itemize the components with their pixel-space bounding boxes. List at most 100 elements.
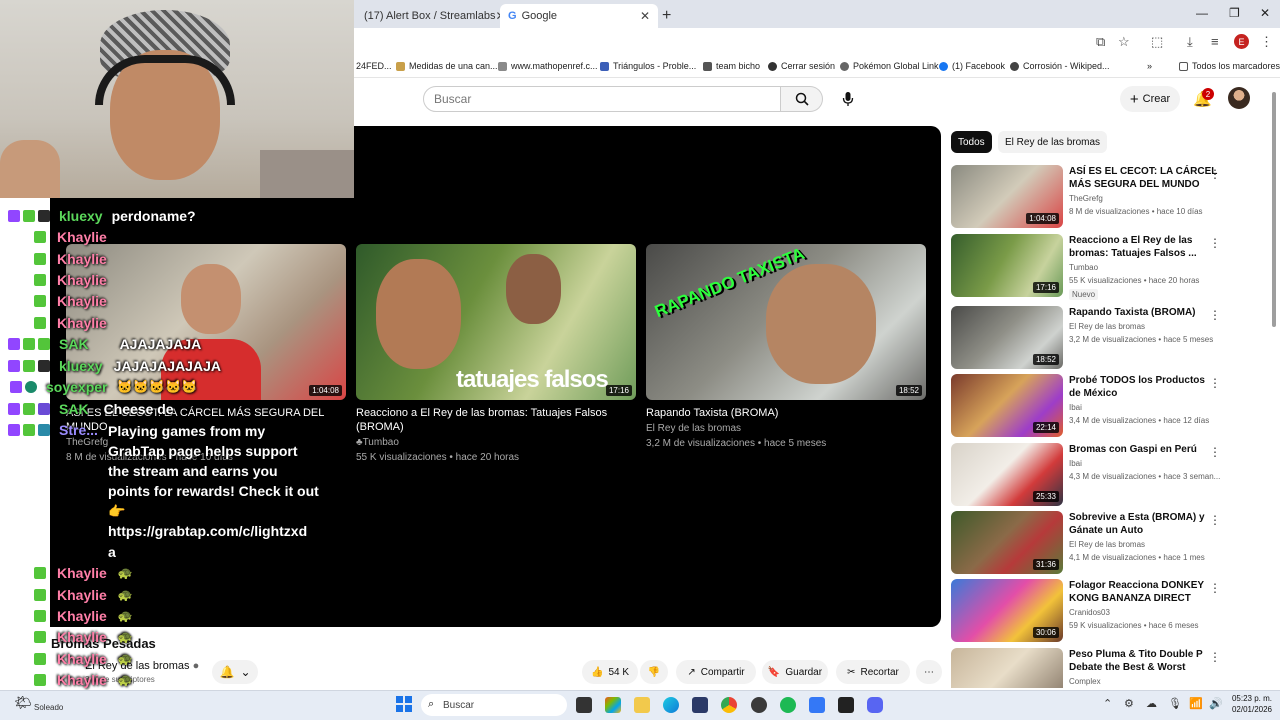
bookmark-icon: 🔖 [767,666,781,678]
endscreen-card[interactable]: tatuajes falsos 17:16 Reacciono a El Rey… [356,244,636,464]
chat-line: Khaylie [34,249,107,269]
minimize-icon[interactable]: — [1196,6,1208,20]
obs-icon[interactable] [751,697,767,713]
app-icon[interactable] [692,697,708,713]
volume-icon[interactable]: 🔊 [1209,697,1223,710]
clock-date: 02/01/2026 [1231,705,1272,714]
spotify-icon[interactable] [780,697,796,713]
edge-icon[interactable] [663,697,679,713]
bookmark-item[interactable]: Medidas de una can... [396,61,498,71]
chip-channel[interactable]: El Rey de las bromas [998,131,1108,153]
dislike-button[interactable]: 👎 [640,660,668,684]
file-explorer-icon[interactable] [634,697,650,713]
subscription-bell-button[interactable]: 🔔 ⌄ [212,660,258,684]
badge-icon [25,381,37,393]
recommendation-item[interactable]: 25:33 Bromas con Gaspi en Perú Ibai 4,3 … [951,443,1271,507]
tab-label: Google [521,10,558,22]
media-icon[interactable]: ≡ [1211,34,1219,49]
app-icon[interactable] [838,697,854,713]
more-icon[interactable]: ⋮ [1209,167,1221,181]
bookmark-item[interactable]: Cerrar sesión [768,61,835,71]
emote-icon: 🐱🐱🐱🐱🐱 [116,379,198,394]
chip-all[interactable]: Todos [951,131,992,153]
discord-icon[interactable] [867,697,883,713]
bookmark-item[interactable]: www.mathopenref.c... [498,61,598,71]
recommendation-item[interactable]: 22:14 Probé TODOS los Productos de Méxic… [951,374,1271,438]
more-icon[interactable]: ⋮ [1209,513,1221,527]
share-button[interactable]: ↗ Compartir [676,660,756,684]
chat-user: Khaylie [57,651,107,667]
new-tab-button[interactable]: + [662,4,682,28]
badge-icon [8,424,20,436]
avatar[interactable] [1228,87,1250,109]
windows-start-icon[interactable] [396,696,412,712]
close-window-icon[interactable]: ✕ [1260,6,1270,20]
more-icon[interactable]: ⋮ [1209,308,1221,322]
recommendation-item[interactable]: 17:16 Reacciono a El Rey de las bromas: … [951,234,1271,300]
star-icon[interactable]: ☆ [1118,34,1130,50]
menu-icon[interactable]: ⋮ [1260,34,1273,50]
badge-icon [8,210,20,222]
close-icon[interactable]: ✕ [640,9,650,23]
bookmark-item[interactable]: 24FED... [356,61,392,71]
scrollbar[interactable] [1272,92,1276,327]
more-actions-button[interactable]: ⋯ [916,660,942,684]
store-icon[interactable] [605,697,621,713]
thumbs-down-icon: 👎 [647,666,661,678]
chevron-up-icon[interactable]: ⌃ [1103,697,1112,710]
task-view-icon[interactable] [576,697,592,713]
bookmark-item[interactable]: team bicho [703,61,760,71]
chat-message: AJAJAJAJA [119,336,202,352]
install-icon[interactable]: ⧉ [1096,34,1105,50]
like-button[interactable]: 👍 54 K [582,660,638,684]
more-icon[interactable]: ⋮ [1209,445,1221,459]
tab-streamlabs[interactable]: (17) Alert Box / Streamlabs ✕ [356,4,506,28]
bookmark-icon [600,61,609,71]
chevron-right-icon[interactable]: » [1147,61,1152,71]
maximize-icon[interactable]: ❐ [1229,6,1240,20]
cloud-icon[interactable]: ☁ [1146,697,1157,710]
microphone-icon[interactable]: 🎙 [1168,697,1182,710]
bookmark-item[interactable]: Pokémon Global Link [840,61,939,71]
more-icon[interactable]: ⋮ [1209,650,1221,664]
create-button[interactable]: + Crear [1120,86,1180,112]
chrome-icon[interactable] [721,697,737,713]
chat-message: Cheese de [103,401,174,417]
wifi-icon[interactable]: 📶 [1189,697,1203,710]
recommendation-item[interactable]: Peso Pluma & Tito Double P Debate the Be… [951,648,1271,688]
chat-line: Khaylie 🐢 [34,649,133,669]
endscreen-card[interactable]: RAPANDO TAXISTA 18:52 Rapando Taxista (B… [646,244,926,450]
clip-button[interactable]: ✂ Recortar [836,660,910,684]
badge-icon [38,210,50,222]
voice-search-button[interactable] [836,86,860,112]
chat-line: kluexy JAJAJAJAJAJA [8,356,221,376]
taskbar-search[interactable]: Buscar [421,694,567,716]
bookmark-item[interactable]: (1) Facebook [939,61,1005,71]
bookmark-item[interactable]: Triángulos - Proble... [600,61,696,71]
more-icon[interactable]: ⋮ [1209,236,1221,250]
search-input[interactable]: Buscar [423,86,781,112]
save-button[interactable]: 🔖 Guardar [762,660,828,684]
share-icon: ↗ [687,666,696,678]
clock[interactable]: 05:23 p. m. 02/01/2026 [1228,693,1272,715]
more-icon[interactable]: ⋮ [1209,581,1221,595]
app-icon[interactable] [809,697,825,713]
profile-avatar[interactable]: E [1234,34,1249,49]
bookmark-item[interactable]: Corrosión - Wikiped... [1010,61,1110,71]
weather-icon[interactable]: 🌤 [14,694,32,711]
recommendation-item[interactable]: 31:36 Sobrevive a Esta (BROMA) y Gánate … [951,511,1271,575]
more-icon[interactable]: ⋮ [1209,376,1221,390]
chat-user: Khaylie [57,229,107,245]
recommendation-item[interactable]: 30:06 Folagor Reacciona DONKEY KONG BANA… [951,579,1271,643]
tab-google[interactable]: G Google ✕ [500,4,658,28]
extensions-icon[interactable]: ⬚ [1151,34,1163,50]
download-icon[interactable]: ⤓ [1187,34,1193,50]
tray-icon[interactable]: ⚙ [1124,697,1134,710]
search-button[interactable] [781,86,823,112]
all-bookmarks[interactable]: Todos los marcadores [1179,61,1280,71]
recommendation-item[interactable]: 1:04:08 ASÍ ES EL CECOT: LA CÁRCEL MÁS S… [951,165,1271,229]
notification-badge: 2 [1202,88,1214,100]
chat-user: Khaylie [57,272,107,288]
recommendation-item[interactable]: 18:52 Rapando Taxista (BROMA) El Rey de … [951,306,1271,370]
chat-user: Stre... [59,422,98,438]
